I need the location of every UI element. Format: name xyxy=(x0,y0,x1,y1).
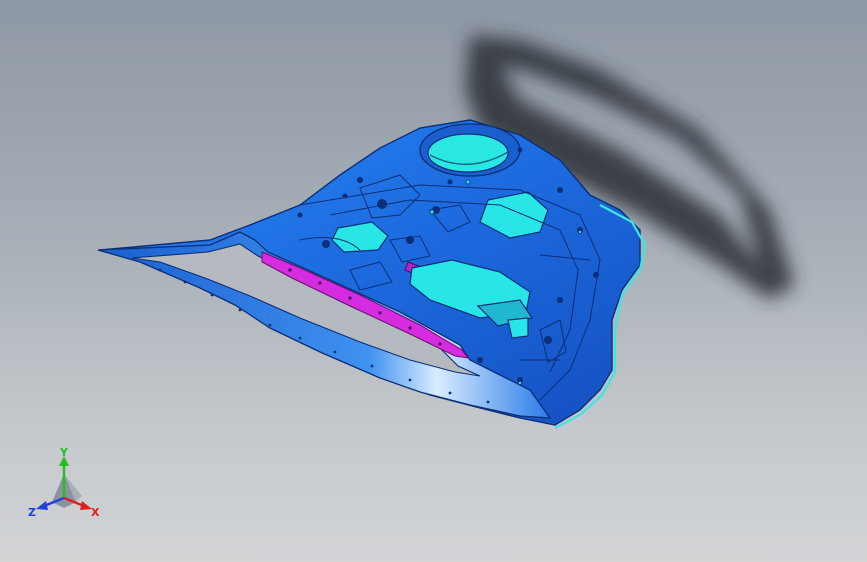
graphics-viewport[interactable]: Y X Z xyxy=(0,0,867,562)
x-axis-label: X xyxy=(91,506,100,519)
speaker-opening[interactable] xyxy=(419,123,521,177)
y-axis-label: Y xyxy=(59,446,69,459)
model-scene[interactable] xyxy=(0,0,867,562)
reference-triad[interactable]: Y X Z xyxy=(22,446,106,526)
z-axis-label: Z xyxy=(28,506,36,519)
